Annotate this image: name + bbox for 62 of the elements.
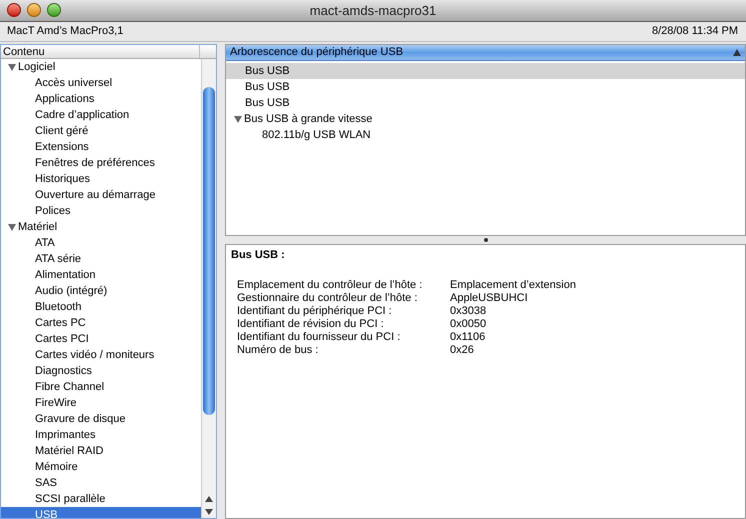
splitter-handle[interactable] (484, 238, 488, 242)
property-label: Identifiant du fournisseur du PCI : (237, 330, 402, 344)
sidebar-item[interactable]: Fibre Channel (1, 379, 201, 395)
property-value: 0x3038 (450, 304, 486, 318)
sidebar-item[interactable]: Client géré (1, 123, 201, 139)
sidebar-item[interactable]: Applications (1, 91, 201, 107)
sidebar-item[interactable]: Fenêtres de préférences (1, 155, 201, 171)
tree-group[interactable]: Matériel (1, 219, 201, 235)
tree-group[interactable]: Logiciel (1, 59, 201, 75)
sidebar-item[interactable]: Historiques (1, 171, 201, 187)
sidebar-item[interactable]: Diagnostics (1, 363, 201, 379)
sidebar-item[interactable]: Gravure de disque (1, 411, 201, 427)
device-row[interactable]: Bus USB (226, 95, 745, 111)
sidebar-item[interactable]: Cartes PC (1, 315, 201, 331)
property-label: Numéro de bus : (237, 344, 320, 356)
sidebar-item[interactable]: Polices (1, 203, 201, 219)
sidebar-item[interactable]: Imprimantes (1, 427, 201, 443)
zoom-button[interactable] (47, 3, 61, 17)
sidebar-item[interactable]: Audio (intégré) (1, 283, 201, 299)
computer-name: MacT Amd’s MacPro3,1 (7, 24, 124, 40)
property-label: Gestionnaire du contrôleur de l’hôte : (237, 292, 418, 304)
sidebar-item[interactable]: Extensions (1, 139, 201, 155)
scrollbar[interactable] (201, 59, 216, 518)
sort-arrow-icon[interactable] (733, 49, 741, 56)
device-row[interactable]: 802.11b/g USB WLAN (226, 127, 745, 143)
window-title: mact-amds-macpro31 (310, 2, 436, 20)
sidebar-item[interactable]: Mémoire (1, 459, 201, 475)
sidebar-item[interactable]: Alimentation (1, 267, 201, 283)
property-value: 0x1106 (450, 330, 486, 344)
disclosure-down-icon[interactable] (234, 116, 242, 122)
close-button[interactable] (7, 3, 21, 17)
sidebar-item[interactable]: FireWire (1, 395, 201, 411)
sidebar-item[interactable]: SCSI parallèle (1, 491, 201, 507)
sidebar-item[interactable]: USB (1, 507, 201, 518)
device-row[interactable]: Bus USB à grande vitesse (226, 111, 745, 127)
sidebar-item[interactable]: Cartes vidéo / moniteurs (1, 347, 201, 363)
sidebar-item[interactable]: SAS (1, 475, 201, 491)
disclosure-down-icon[interactable] (8, 64, 16, 70)
scroll-thumb[interactable] (203, 87, 215, 415)
sidebar-item[interactable]: Accès universel (1, 75, 201, 91)
date-time: 8/28/08 11:34 PM (652, 24, 739, 40)
details-title: Bus USB : (231, 248, 286, 263)
property-label: Identifiant du périphérique PCI : (237, 304, 393, 318)
sidebar-item[interactable]: Ouverture au démarrage (1, 187, 201, 203)
property-label: Identifiant de révision du PCI : (237, 318, 385, 330)
sidebar-item[interactable]: Matériel RAID (1, 443, 201, 459)
disclosure-down-icon[interactable] (8, 224, 16, 230)
sidebar-item[interactable]: Cartes PCI (1, 331, 201, 347)
property-value: 0x0050 (450, 318, 486, 330)
sidebar-item[interactable]: ATA série (1, 251, 201, 267)
scroll-up-icon[interactable] (205, 496, 213, 502)
device-row[interactable]: Bus USB (226, 79, 745, 95)
property-value: AppleUSBUHCI (450, 292, 528, 304)
property-value: Emplacement d’extension (450, 278, 576, 292)
property-label: Emplacement du contrôleur de l’hôte : (237, 278, 424, 292)
property-value: 0x26 (450, 344, 474, 356)
device-row[interactable]: Bus USB (226, 63, 745, 79)
minimize-button[interactable] (27, 3, 41, 17)
scroll-down-icon[interactable] (205, 509, 213, 515)
sidebar-item[interactable]: ATA (1, 235, 201, 251)
sidebar-item[interactable]: Bluetooth (1, 299, 201, 315)
sidebar-item[interactable]: Cadre d’application (1, 107, 201, 123)
